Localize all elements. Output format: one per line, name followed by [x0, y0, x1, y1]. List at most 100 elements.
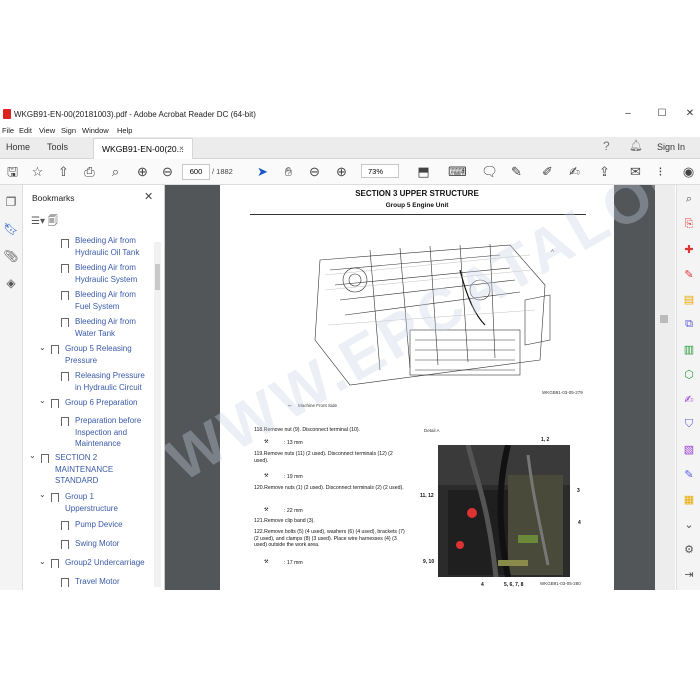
tab-document[interactable]: WKGB91-EN-00(20... ×	[93, 138, 193, 159]
settings-icon[interactable]: ⚙	[681, 543, 697, 559]
callout-label: 1, 2	[541, 437, 550, 443]
step-120: 120.Remove nuts (1) (2 used). Disconnect…	[254, 485, 404, 491]
combine-files-icon[interactable]: ⧉	[681, 318, 697, 334]
chevron-down-icon[interactable]: ⌄	[29, 451, 36, 460]
menu-view[interactable]: View	[39, 126, 55, 135]
minimize-button[interactable]: –	[618, 108, 638, 121]
document-view[interactable]: SECTION 3 UPPER STRUCTURE Group 5 Engine…	[165, 185, 675, 590]
left-navigation-rail: ❐ 🔖︎ 📎︎ ◈	[0, 185, 23, 590]
sign-icon[interactable]: ✍︎	[566, 163, 583, 180]
zoom-icon[interactable]: ⌕	[681, 193, 697, 209]
right-tools-rail: ⌕ ⎘ ✚ ✎ ▤ ⧉ ▥ ⬡ ✍︎ ⛉ ▧ ✎ ▦ ⌄ ⚙ ⇥	[676, 185, 700, 590]
comment-icon[interactable]: 🗨︎	[481, 163, 498, 180]
more-icon[interactable]: ⁝	[652, 163, 669, 180]
layers-icon[interactable]: ◈	[3, 276, 19, 292]
page-thumbnails-icon[interactable]: ❐	[3, 195, 19, 211]
print-icon[interactable]: ⎙	[81, 163, 98, 180]
request-sign-icon[interactable]: ✎	[681, 468, 697, 484]
share-icon[interactable]: ⇪	[596, 163, 613, 180]
bookmark-item[interactable]: Bleeding Air from Water Tank	[75, 316, 153, 339]
fit-page-icon[interactable]: ⬒	[415, 163, 432, 180]
more-tools-icon[interactable]: ⌄	[681, 518, 697, 534]
bookmark-flag-icon	[61, 372, 69, 381]
bookmark-item[interactable]: Bleeding Air from Fuel System	[75, 289, 153, 312]
scroll-thumb[interactable]	[660, 315, 668, 323]
bookmark-item[interactable]: Bleeding Air from Hydraulic Oil Tank	[75, 237, 153, 258]
menu-help[interactable]: Help	[117, 126, 132, 135]
chevron-down-icon[interactable]: ⌄	[39, 396, 46, 405]
bookmark-flag-icon	[61, 291, 69, 300]
bookmark-item[interactable]: Bleeding Air from Hydraulic System	[75, 262, 153, 285]
comment-tool-icon[interactable]: ▤	[681, 293, 697, 309]
chevron-down-icon[interactable]: ⌄	[39, 557, 46, 566]
zoom-out-icon[interactable]: ⊖	[306, 163, 323, 180]
help-icon[interactable]: ?	[603, 139, 610, 153]
menu-file[interactable]: File	[2, 126, 14, 135]
bookmark-icon[interactable]: 🔖︎	[3, 222, 19, 238]
tab-bar: Home Tools WKGB91-EN-00(20... × ? 🔔︎ Sig…	[0, 137, 700, 159]
bookmark-item[interactable]: Releasing Pressure in Hydraulic Circuit	[75, 370, 153, 393]
bookmark-list: Bleeding Air from Hydraulic Oil Tank Ble…	[23, 237, 155, 590]
page-up-icon[interactable]: ⊕	[134, 163, 151, 180]
compress-icon[interactable]: ⬡	[681, 368, 697, 384]
tab-home[interactable]: Home	[6, 142, 30, 152]
bookmark-item[interactable]: Group2 Undercarriage	[65, 557, 153, 569]
create-pdf-icon[interactable]: ✚	[681, 243, 697, 259]
bookmark-item[interactable]: Group 5 Releasing Pressure	[65, 343, 153, 366]
organize-pages-icon[interactable]: ▥	[681, 343, 697, 359]
highlight-icon[interactable]: ✎	[508, 163, 525, 180]
bookmark-item[interactable]: Swing Motor	[75, 538, 153, 550]
prepare-form-icon[interactable]: ▦	[681, 493, 697, 509]
protect-icon[interactable]: ⛉	[681, 418, 697, 434]
page-down-icon[interactable]: ⊖	[159, 163, 176, 180]
fill-sign-icon[interactable]: ✍︎	[681, 393, 697, 409]
upload-icon[interactable]: ⇧	[55, 163, 72, 180]
page-number-input[interactable]: 600	[182, 164, 210, 180]
select-cursor-icon[interactable]: ➤	[254, 163, 271, 180]
bookmark-item[interactable]: Travel Motor	[75, 576, 153, 588]
zoom-select[interactable]: 73%	[361, 164, 399, 178]
draw-icon[interactable]: ✐	[539, 163, 556, 180]
account-icon[interactable]: ◉	[680, 163, 697, 180]
chevron-down-icon[interactable]: ⌄	[39, 490, 46, 499]
sign-in-button[interactable]: Sign In	[657, 142, 685, 152]
tab-tools[interactable]: Tools	[47, 142, 68, 152]
bookmark-item[interactable]: Preparation before Inspection and Mainte…	[75, 415, 153, 450]
collapse-panel-icon[interactable]: ⇥	[681, 568, 697, 584]
attachment-icon[interactable]: 📎︎	[3, 249, 19, 265]
step-121: 121.Remove clip band (3).	[254, 518, 315, 524]
chevron-down-icon[interactable]: ⌄	[39, 343, 46, 352]
keyboard-icon[interactable]: ⌨	[448, 163, 467, 180]
hand-tool-icon[interactable]: ✋︎	[280, 163, 297, 180]
menu-sign[interactable]: Sign	[61, 126, 76, 135]
bookmark-flag-icon	[61, 540, 69, 549]
bookmark-item[interactable]: Pump Device	[75, 519, 153, 531]
export-pdf-icon[interactable]: ⎘	[681, 218, 697, 234]
close-panel-icon[interactable]: ✕	[144, 190, 153, 203]
zoom-in-icon[interactable]: ⊕	[333, 163, 350, 180]
bookmark-item[interactable]: SECTION 2 MAINTENANCE STANDARD	[55, 452, 125, 487]
scroll-thumb[interactable]	[155, 264, 160, 290]
save-icon[interactable]: 🖫︎	[4, 163, 21, 180]
bookmark-flag-icon	[61, 318, 69, 327]
mail-icon[interactable]: ✉	[627, 163, 644, 180]
callout-label: 9, 10	[423, 559, 435, 565]
bookmark-scrollbar[interactable]	[154, 242, 161, 587]
bookmark-item[interactable]: Group 6 Preparation	[65, 397, 153, 409]
bookmark-flag-icon	[51, 493, 59, 502]
bookmark-flag-icon	[61, 417, 69, 426]
document-scrollbar[interactable]	[655, 185, 675, 590]
search-icon[interactable]: ⌕	[107, 163, 124, 180]
maximize-button[interactable]: ☐	[652, 108, 672, 121]
edit-pdf-icon[interactable]: ✎	[681, 268, 697, 284]
menu-edit[interactable]: Edit	[19, 126, 32, 135]
bookmark-item[interactable]: Group 1 Upperstructure	[65, 491, 135, 514]
tool-size: : 22 mm	[284, 508, 303, 514]
close-tab-icon[interactable]: ×	[179, 143, 184, 153]
star-icon[interactable]: ☆	[29, 163, 46, 180]
close-window-button[interactable]: ✕	[680, 108, 700, 121]
menu-window[interactable]: Window	[82, 126, 109, 135]
bookmark-options-icon[interactable]: ☰▾ 🗐︎	[31, 214, 58, 231]
send-sign-icon[interactable]: ▧	[681, 443, 697, 459]
bell-icon[interactable]: 🔔︎	[629, 139, 643, 152]
